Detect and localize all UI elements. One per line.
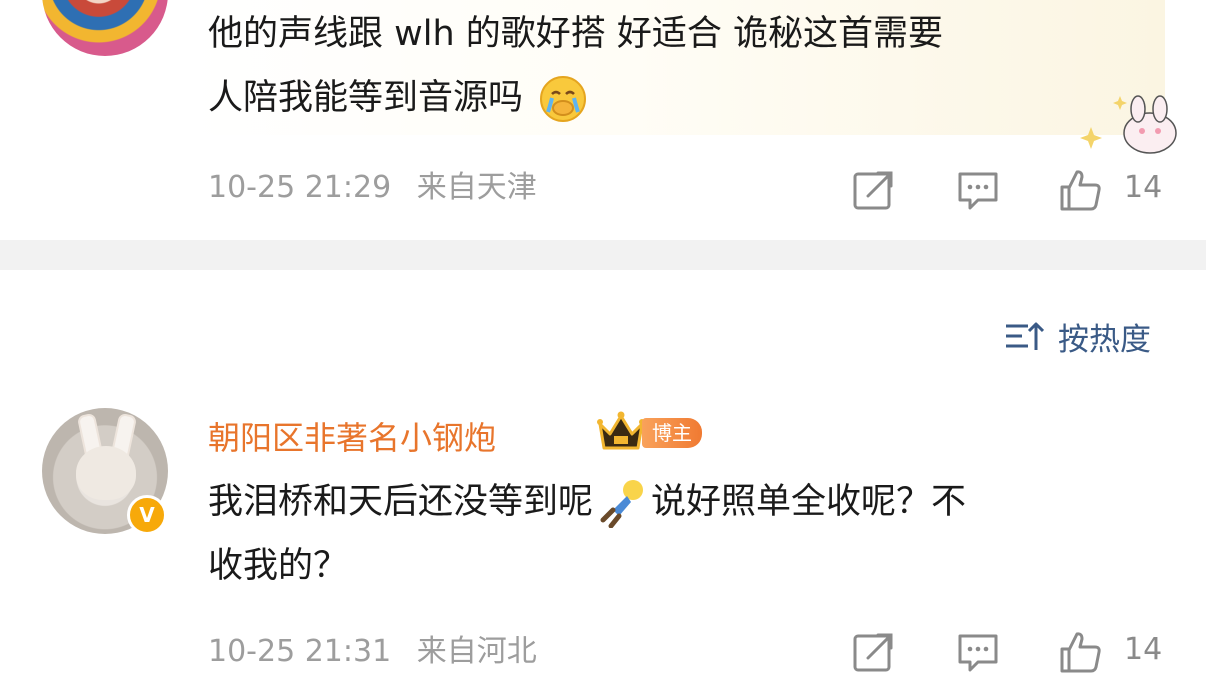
comment-text: 他的声线跟 wlh 的歌好搭 好适合 诡秘这首需要 人陪我能等到音源吗: [208, 2, 1168, 130]
crying-face-emoji-icon: [540, 76, 587, 122]
comment-text-segment: 我泪桥和天后还没等到呢: [208, 482, 594, 522]
comment-item: 他的声线跟 wlh 的歌好搭 好适合 诡秘这首需要 人陪我能等到音源吗 10-2…: [0, 0, 1206, 240]
like-count: 14: [1124, 632, 1163, 667]
thumbs-up-icon[interactable]: [1058, 168, 1102, 212]
like-count: 14: [1124, 170, 1163, 205]
share-icon[interactable]: [852, 630, 896, 674]
comment-meta: 10-25 21:31 来自河北: [208, 632, 537, 672]
comment-text: 我泪桥和天后还没等到呢 说好照单全收呢？不 收我的？: [208, 470, 1168, 598]
verified-badge: V: [127, 495, 167, 535]
comment-time: 10-25 21:29: [208, 170, 392, 205]
bunny-sticker-icon: [1080, 95, 1177, 154]
username[interactable]: 朝阳区非著名小钢炮: [208, 418, 496, 458]
sort-icon: [1006, 322, 1044, 350]
share-icon[interactable]: [852, 168, 896, 212]
comment-time: 10-25 21:31: [208, 634, 392, 669]
comment-text-segment: 说好照单全收呢？不: [651, 482, 967, 522]
falling-person-emoji-icon: [600, 480, 644, 528]
sort-by-hot-button[interactable]: 按热度: [1004, 314, 1151, 358]
avatar[interactable]: [42, 0, 168, 56]
comment-meta: 10-25 21:29 来自天津: [208, 168, 537, 208]
comment-text-line: 他的声线跟 wlh 的歌好搭 好适合 诡秘这首需要: [208, 14, 944, 54]
comment-icon[interactable]: [956, 168, 1000, 212]
crown-icon: [597, 411, 645, 450]
thumbs-up-icon[interactable]: [1058, 630, 1102, 674]
comment-text-line: 人陪我能等到音源吗: [208, 78, 524, 118]
comment-icon[interactable]: [956, 630, 1000, 674]
comment-text-line: 收我的？: [208, 546, 349, 586]
section-divider: [0, 240, 1206, 270]
author-badge: 博主: [642, 418, 702, 448]
cat-face: [76, 446, 136, 500]
comment-item: V 朝阳区非著名小钢炮 博主 我泪桥和天后还没等到呢 说好照单全收呢？不 收我的…: [0, 400, 1206, 689]
comment-location: 来自天津: [416, 170, 537, 205]
sort-label: 按热度: [1058, 321, 1151, 358]
comment-location: 来自河北: [416, 634, 537, 669]
